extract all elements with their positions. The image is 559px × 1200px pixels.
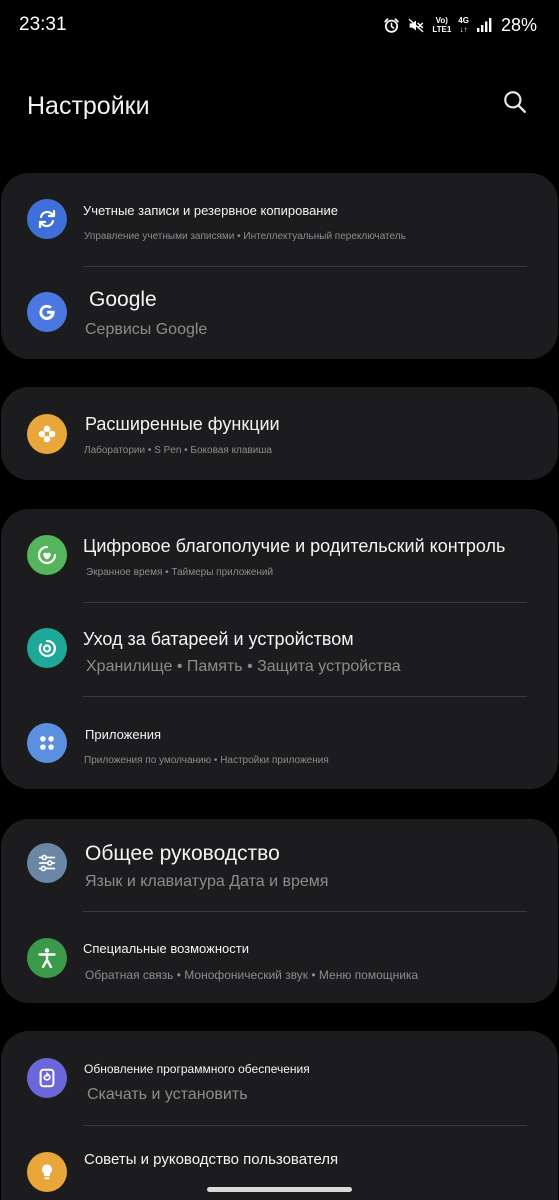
accessibility-icon bbox=[27, 938, 67, 978]
page-title: Настройки bbox=[27, 92, 150, 120]
status-icons: Vo) LTE1 4G ↓↑ 28% bbox=[383, 14, 537, 36]
setting-apps[interactable]: Приложения Приложения по умолчанию • Нас… bbox=[1, 697, 558, 789]
setting-title: Советы и руководство пользователя bbox=[84, 1151, 339, 1168]
setting-battery-device-care[interactable]: Уход за батареей и устройством Хранилище… bbox=[1, 603, 558, 696]
setting-title: Google bbox=[89, 288, 157, 311]
setting-accessibility[interactable]: Специальные возможности Обратная связь •… bbox=[1, 912, 558, 1003]
setting-title: Уход за батареей и устройством bbox=[83, 629, 354, 649]
settings-group-device: Цифровое благополучие и родительский кон… bbox=[1, 509, 558, 789]
alarm-icon bbox=[383, 17, 400, 34]
setting-title: Цифровое благополучие и родительский кон… bbox=[83, 536, 506, 556]
wellbeing-icon bbox=[27, 535, 67, 575]
sync-icon bbox=[27, 199, 67, 239]
home-indicator[interactable] bbox=[207, 1187, 352, 1192]
status-time: 23:31 bbox=[19, 14, 67, 35]
signal-icon bbox=[476, 17, 492, 33]
setting-title: Учетные записи и резервное копирование bbox=[83, 203, 338, 218]
google-icon bbox=[27, 292, 67, 332]
setting-subtitle: Скачать и установить bbox=[87, 1086, 248, 1103]
settings-screen: 23:31 Vo) LTE1 4G ↓↑ 28% Настройки Учетн… bbox=[0, 0, 559, 1200]
sliders-icon bbox=[27, 843, 67, 883]
setting-subtitle: Хранилище • Память • Защита устройства bbox=[86, 658, 401, 675]
settings-group-general: Общее руководство Язык и клавиатура Дата… bbox=[1, 819, 558, 1003]
setting-digital-wellbeing[interactable]: Цифровое благополучие и родительский кон… bbox=[1, 509, 558, 602]
settings-group-accounts: Учетные записи и резервное копирование У… bbox=[1, 173, 558, 359]
setting-subtitle: Лаборатории • S Pen • Боковая клавиша bbox=[84, 445, 272, 456]
setting-subtitle: Сервисы Google bbox=[85, 321, 208, 338]
battery-care-icon bbox=[27, 628, 67, 668]
status-bar: 23:31 Vo) LTE1 4G ↓↑ 28% bbox=[0, 0, 559, 50]
4g-icon: 4G ↓↑ bbox=[458, 16, 469, 34]
setting-title: Приложения bbox=[85, 727, 162, 742]
setting-accounts-backup[interactable]: Учетные записи и резервное копирование У… bbox=[1, 173, 558, 266]
setting-title: Общее руководство bbox=[85, 842, 280, 865]
setting-subtitle: Обратная связь • Монофонический звук • М… bbox=[85, 968, 419, 982]
setting-subtitle: Экранное время • Таймеры приложений bbox=[86, 567, 274, 578]
volte-icon: Vo) LTE1 bbox=[432, 16, 452, 34]
setting-title: Специальные возможности bbox=[83, 941, 249, 956]
tips-icon bbox=[27, 1152, 67, 1192]
setting-subtitle: Управление учетными записями • Интеллект… bbox=[84, 231, 406, 242]
setting-title: Обновление программного обеспечения bbox=[84, 1062, 310, 1076]
mute-icon bbox=[407, 17, 425, 34]
apps-icon bbox=[27, 723, 67, 763]
setting-title: Расширенные функции bbox=[85, 414, 280, 434]
setting-subtitle: Язык и клавиатура Дата и время bbox=[85, 873, 329, 890]
update-icon bbox=[27, 1058, 67, 1098]
setting-general-management[interactable]: Общее руководство Язык и клавиатура Дата… bbox=[1, 819, 558, 911]
flower-icon bbox=[27, 414, 67, 454]
battery-level: 28% bbox=[500, 14, 537, 35]
setting-advanced-features[interactable]: Расширенные функции Лаборатории • S Pen … bbox=[1, 387, 558, 480]
setting-google[interactable]: Google Сервисы Google bbox=[1, 267, 558, 359]
setting-subtitle: Приложения по умолчанию • Настройки прил… bbox=[84, 755, 329, 766]
setting-software-update[interactable]: Обновление программного обеспечения Скач… bbox=[1, 1031, 558, 1125]
settings-group-support: Обновление программного обеспечения Скач… bbox=[1, 1031, 558, 1200]
search-icon bbox=[502, 89, 528, 120]
search-button[interactable] bbox=[495, 84, 535, 124]
settings-group-advanced: Расширенные функции Лаборатории • S Pen … bbox=[1, 387, 558, 480]
